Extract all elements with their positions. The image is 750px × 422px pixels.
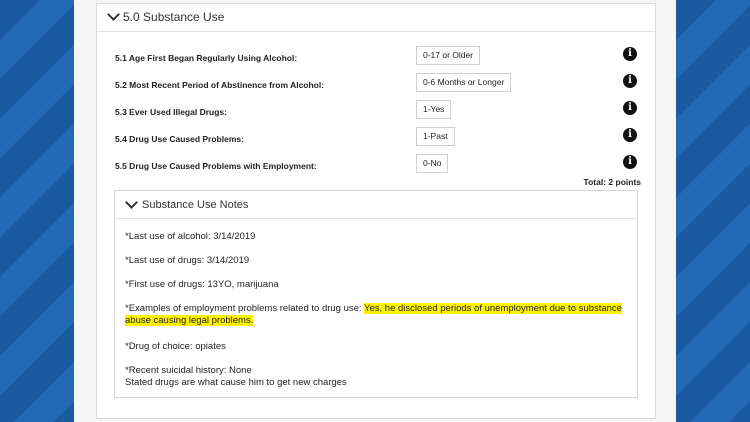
question-label-5-3: 5.3 Ever Used Illegal Drugs: [115,107,227,117]
assessment-page: 5.0 Substance Use 5.1 Age First Began Re… [74,0,676,422]
answer-field-5-1[interactable]: 0-17 or Older [416,46,481,65]
info-icon[interactable]: i [623,101,637,115]
total-points: Total: 2 points [583,177,641,187]
chevron-down-icon[interactable] [125,196,138,209]
answer-field-5-5[interactable]: 0-No [416,154,449,173]
employment-prefix: *Examples of employment problems related… [125,303,365,314]
info-icon[interactable]: i [623,128,637,142]
info-icon[interactable]: i [623,74,637,88]
question-label-5-1: 5.1 Age First Began Regularly Using Alco… [115,53,298,63]
note-last-drug-use: *Last use of drugs: 3/14/2019 [125,255,250,266]
note-suicidal-history: *Recent suicidal history: None Stated dr… [125,365,625,389]
info-icon[interactable]: i [623,47,637,61]
substance-use-section: 5.0 Substance Use 5.1 Age First Began Re… [96,3,656,419]
info-icon[interactable]: i [623,155,637,169]
substance-use-notes-panel: Substance Use Notes *Last use of alcohol… [114,190,638,398]
question-label-5-5: 5.5 Drug Use Caused Problems with Employ… [115,161,317,171]
note-drug-of-choice: *Drug of choice: opiates [125,341,226,352]
answer-field-5-3[interactable]: 1-Yes [416,100,452,119]
question-label-5-4: 5.4 Drug Use Caused Problems: [115,134,244,144]
answer-field-5-2[interactable]: 0-6 Months or Longer [416,73,512,92]
highlighted-text: Yes, he disclosed periods of unemploymen… [364,303,622,314]
note-employment-problems: *Examples of employment problems related… [125,303,625,327]
note-first-drug-use-text: *First use of drugs: 13YO, marijuana [125,279,279,290]
note-last-alcohol-use: *Last use of alcohol: 3/14/2019 [125,231,256,242]
question-label-5-2: 5.2 Most Recent Period of Abstinence fro… [115,80,325,90]
notes-title: Substance Use Notes [142,199,249,211]
section-title: 5.0 Substance Use [123,10,225,24]
note-first-drug-use: *First use of drugs: 13YO, marijuana [125,279,625,291]
notes-header[interactable]: Substance Use Notes [115,191,637,219]
answer-field-5-4[interactable]: 1-Past [416,127,455,146]
suicidal-history-text: *Recent suicidal history: None [125,365,252,376]
chevron-down-icon[interactable] [107,8,120,21]
background-right-panel [676,0,750,422]
highlighted-text: abuse causing legal problems. [125,315,254,326]
stated-drugs-text: Stated drugs are what cause him to get n… [125,377,347,388]
section-header[interactable]: 5.0 Substance Use [97,4,655,32]
background-left-panel [0,0,74,422]
